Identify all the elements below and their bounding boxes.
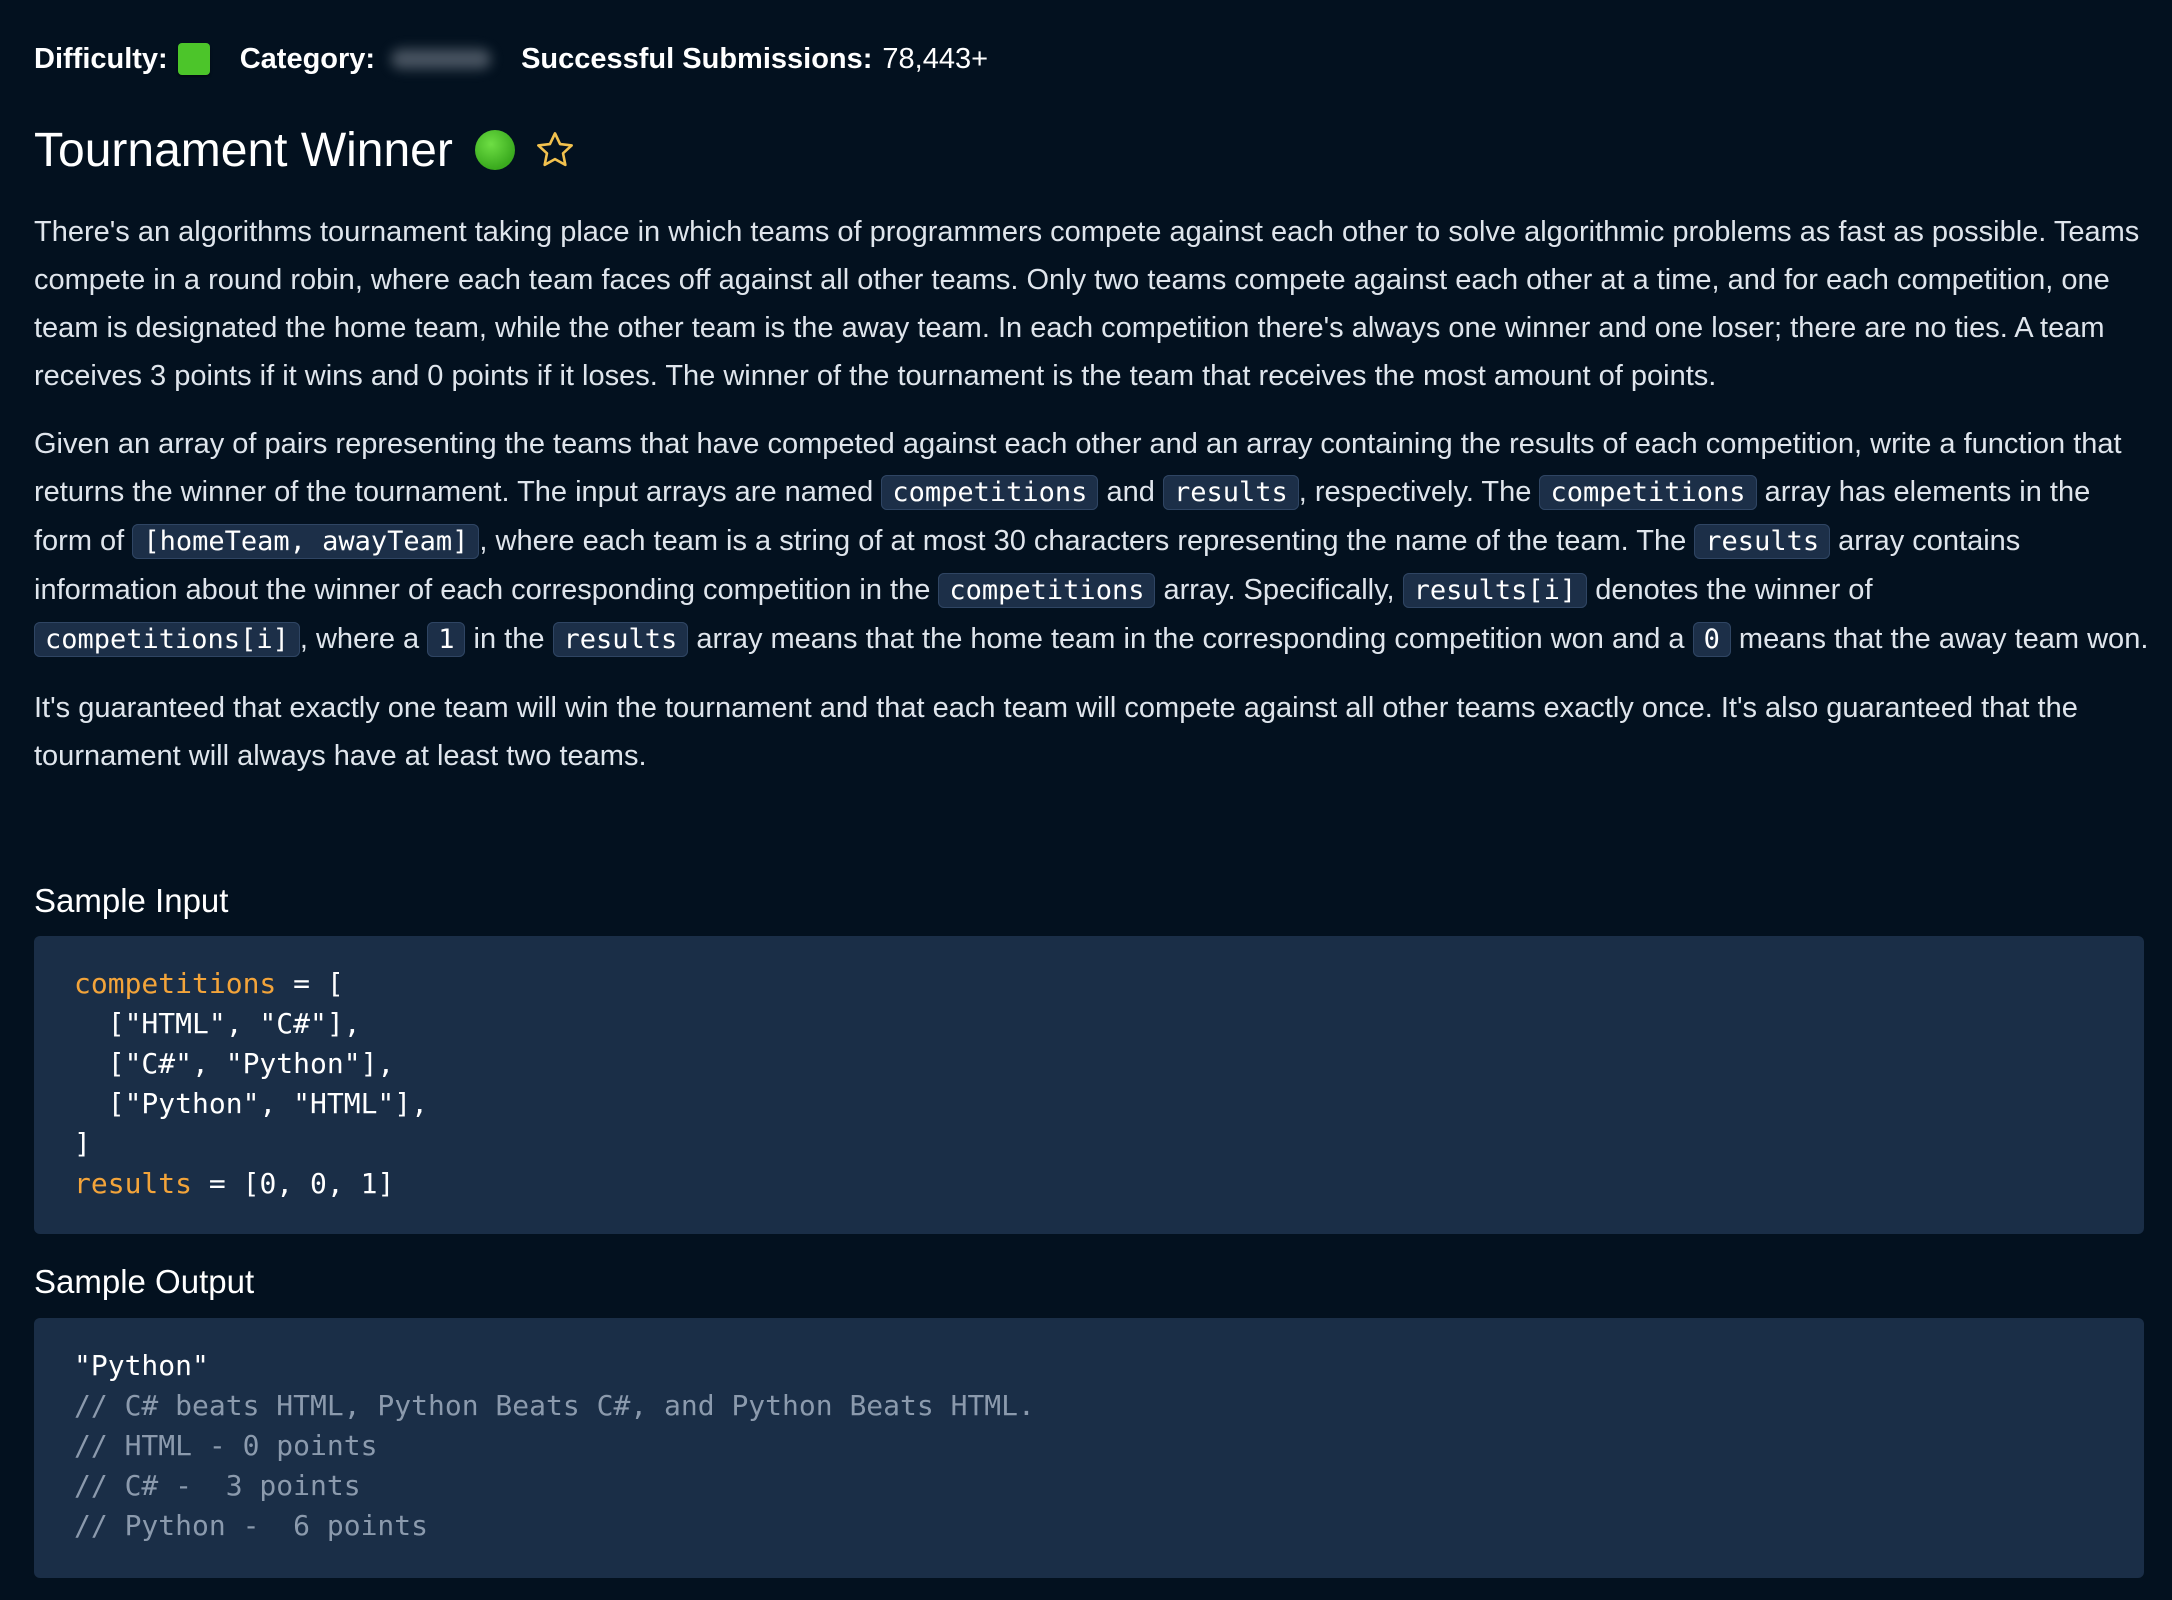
- difficulty-indicator: [177, 43, 210, 75]
- text: array means that the home team in the co…: [688, 623, 1693, 655]
- submissions-label: Successful Submissions:: [521, 42, 873, 75]
- inline-code: results[i]: [1402, 573, 1588, 608]
- problem-title: Tournament Winner: [34, 123, 453, 177]
- text: , where a: [299, 623, 428, 655]
- submissions-count: 78,443+: [882, 42, 989, 75]
- code-variable: results: [74, 1167, 193, 1200]
- code-comment: // Python - 6 points: [74, 1509, 429, 1542]
- code-line: "Python": [74, 1349, 209, 1382]
- problem-description: There's an algorithms tournament taking …: [34, 208, 2154, 800]
- code-line: ["Python", "HTML"],: [74, 1087, 429, 1120]
- title-row: Tournament Winner: [34, 118, 579, 182]
- inline-code: results: [552, 622, 689, 657]
- text: in the: [465, 623, 553, 655]
- code-line: competitions = [: [74, 964, 2104, 1004]
- inline-code: competitions[i]: [34, 622, 300, 657]
- code-variable: competitions: [74, 967, 277, 1000]
- inline-code: competitions: [1539, 475, 1757, 510]
- sample-output-heading: Sample Output: [34, 1263, 255, 1300]
- description-paragraph-3: It's guaranteed that exactly one team wi…: [34, 692, 2078, 772]
- inline-code: 0: [1692, 622, 1731, 657]
- inline-code: results: [1162, 475, 1299, 510]
- inline-code: competitions: [938, 573, 1156, 608]
- text: denotes the winner of: [1587, 574, 1873, 606]
- inline-code: 1: [427, 622, 466, 657]
- description-paragraph-2: Given an array of pairs representing the…: [34, 420, 2154, 664]
- text: means that the away team won.: [1730, 623, 2149, 655]
- text: , where each team is a string of at most…: [479, 525, 1695, 557]
- sample-output-code: "Python" // C# beats HTML, Python Beats …: [34, 1318, 2144, 1578]
- text: and: [1098, 476, 1163, 508]
- category-label: Category:: [239, 42, 376, 75]
- inline-code: [homeTeam, awayTeam]: [132, 524, 480, 559]
- code-comment: // C# beats HTML, Python Beats C#, and P…: [74, 1389, 1035, 1422]
- code-comment: // C# - 3 points: [74, 1469, 361, 1502]
- sample-input-code: competitions = [ ["HTML", "C#"], ["C#", …: [34, 936, 2144, 1234]
- difficulty-label: Difficulty:: [34, 42, 168, 75]
- code-line: ]: [74, 1127, 91, 1160]
- text: array. Specifically,: [1155, 574, 1403, 606]
- inline-code: competitions: [881, 475, 1099, 510]
- inline-code: results: [1694, 524, 1831, 559]
- code-line: results = [0, 0, 1]: [74, 1164, 2104, 1204]
- star-outline-icon: [536, 132, 573, 167]
- sample-input-heading: Sample Input: [34, 882, 229, 919]
- problem-page: Difficulty: Category: Successful Submiss…: [0, 0, 2172, 1600]
- code-line: ["C#", "Python"],: [74, 1047, 395, 1080]
- completion-status-icon: [474, 130, 515, 170]
- code-text: = [: [276, 967, 344, 1000]
- description-paragraph-1: There's an algorithms tournament taking …: [34, 216, 2140, 392]
- code-text: = [0, 0, 1]: [192, 1167, 395, 1200]
- text: , respectively. The: [1298, 476, 1540, 508]
- code-line: ["HTML", "C#"],: [74, 1007, 361, 1040]
- code-comment: // HTML - 0 points: [74, 1429, 378, 1462]
- category-value-hidden[interactable]: [391, 49, 492, 69]
- problem-meta-bar: Difficulty: Category: Successful Submiss…: [34, 36, 988, 82]
- star-icon[interactable]: [531, 126, 579, 174]
